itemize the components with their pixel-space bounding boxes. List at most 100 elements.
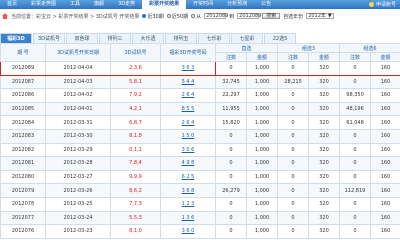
nav-item[interactable]: 开奖时间	[186, 0, 220, 9]
cell-direct-amount: 1,000	[245, 115, 279, 130]
nav-item[interactable]: 旗舰	[87, 0, 111, 9]
cell-draw[interactable]: 6 2 5	[160, 169, 216, 185]
group-direct: 直选	[214, 43, 279, 53]
cell-direct-amount: 1,000	[245, 210, 279, 226]
cell-trial: 0,1,1	[110, 142, 161, 158]
cell-draw[interactable]: 3 6 0	[160, 224, 216, 239]
tab-lottery[interactable]: 3D试机号	[33, 33, 65, 43]
cell-trial: 7,9,2	[110, 88, 161, 103]
cell-draw[interactable]: 5 4 4	[160, 74, 216, 90]
radio-recent30[interactable]: 近30期	[142, 13, 164, 20]
tab-lottery[interactable]: 22选5	[264, 33, 296, 43]
table-row: 2012078 2012-03-25 7,7,3 1 2 3 0 1,000 0 320 0 16…	[0, 196, 400, 212]
cell-group6-count: 0	[339, 61, 372, 76]
from-issue-input[interactable]: 2012089	[204, 13, 228, 19]
cell-issue: 2012076	[0, 224, 46, 239]
cell-group3-count: 0	[277, 88, 310, 103]
cell-draw[interactable]: 3 0 6	[160, 142, 216, 158]
cell-group3-count: 0	[277, 142, 310, 158]
to-label: 到	[229, 13, 235, 20]
cell-draw[interactable]: 2 6 4	[160, 115, 216, 130]
cell-group3-count: 0	[277, 115, 310, 130]
year-select[interactable]: 2012年 ▼	[306, 13, 334, 19]
cell-group6-amount: 160	[370, 101, 400, 117]
cell-draw[interactable]: 2 6 4	[160, 88, 216, 103]
cell-date: 2012-03-27	[45, 169, 111, 185]
radio-recent50[interactable]: 近50期	[166, 13, 189, 20]
register-label: 申请帐号	[375, 2, 396, 8]
cell-direct-count: 26,279	[215, 183, 247, 198]
cell-issue: 2012081	[0, 156, 46, 171]
tab-lottery[interactable]: 双色球	[66, 33, 98, 43]
radio-range[interactable]: 从	[191, 13, 201, 20]
radio-range-label: 从	[196, 13, 202, 20]
tab-lottery[interactable]: 大乐透	[132, 33, 164, 43]
cell-draw[interactable]: 4 9 8	[160, 156, 216, 171]
nav-item[interactable]: 工具	[63, 0, 87, 9]
cell-group3-amount: 320	[308, 61, 341, 76]
cell-group6-amount: 160	[370, 115, 400, 130]
cell-draw[interactable]: 1 2 3	[160, 196, 216, 212]
tab-lottery[interactable]: 排列五	[165, 33, 197, 43]
cell-issue: 2012084	[0, 115, 46, 130]
col-group6-amount: 金额	[370, 52, 400, 62]
tab-lottery[interactable]: 福彩3D	[0, 33, 32, 43]
nav-item[interactable]: 3D走势	[111, 0, 142, 9]
cell-draw[interactable]: 1 3 6	[160, 210, 216, 226]
cell-group3-amount: 320	[308, 156, 341, 171]
nav-item[interactable]: 分析预测	[220, 0, 254, 9]
cell-direct-amount: 1,000	[245, 142, 279, 158]
cell-group3-amount: 320	[308, 128, 341, 144]
cell-draw[interactable]: 8 5 5	[160, 101, 216, 117]
table-row: 2012084 2012-03-31 6,8,7 2 6 4 15,820 1,000 0 3…	[0, 115, 400, 130]
cell-group6-amount: 160	[370, 61, 400, 76]
cell-group3-amount: 320	[308, 142, 341, 158]
cell-group6-count: 0	[339, 210, 372, 226]
to-issue-input[interactable]: 2012089	[237, 13, 261, 19]
cell-group6-count: 61,048	[339, 115, 372, 130]
cell-draw[interactable]: 3 6 8	[160, 183, 216, 198]
filter-bar: 当前位置：彩宝云 > 彩票开奖结果 > 3D试机号 开奖结果 近30期 近50期…	[0, 10, 400, 22]
cell-group6-amount: 160	[370, 224, 400, 239]
home-icon	[2, 13, 8, 19]
cell-date: 2012-04-02	[45, 88, 111, 103]
nav-item[interactable]: 彩票开奖结果	[142, 0, 187, 9]
table-row: 2012077 2012-03-24 5,5,3 1 3 6 0 1,000 0 320 0 16…	[0, 210, 400, 226]
cell-date: 2012-03-31	[45, 115, 111, 130]
tab-lottery[interactable]: 七乐彩	[198, 33, 230, 43]
cell-date: 2012-04-01	[45, 101, 111, 117]
radio-dot-icon	[166, 14, 171, 18]
cell-date: 2012-03-24	[45, 210, 111, 226]
table-row: 2012079 2012-03-26 8,6,2 3 6 8 26,279 1,000 0 3…	[0, 183, 400, 198]
search-button[interactable]: 搜索	[262, 13, 281, 19]
col-group6-count: 注数	[339, 52, 372, 62]
cell-draw[interactable]: 3 6 3	[160, 61, 216, 76]
cell-group3-count: 0	[277, 210, 310, 226]
table-row: 2012086 2012-04-02 7,9,2 2 6 4 22,297 1,000 0 3…	[0, 88, 400, 103]
cell-trial: 4,2,1	[110, 101, 161, 117]
nav-item[interactable]: 公告	[254, 0, 278, 9]
cell-trial: 7,7,3	[110, 196, 161, 212]
cell-trial: 6,8,7	[110, 115, 161, 130]
register-link[interactable]: 申请帐号	[368, 1, 400, 8]
cell-group3-amount: 320	[308, 196, 341, 212]
cell-date: 2012-03-30	[45, 128, 111, 144]
cell-direct-count: 0	[215, 210, 247, 226]
cell-date: 2012-04-04	[45, 61, 111, 76]
cell-date: 2012-03-28	[45, 156, 111, 171]
cell-direct-count: 0	[215, 224, 247, 239]
chevron-down-icon: ▼	[327, 13, 332, 19]
cell-trial: 5,5,3	[110, 210, 161, 226]
cell-trial: 5,8,1	[110, 74, 161, 90]
tab-lottery[interactable]: 七星彩	[231, 33, 263, 43]
cell-issue: 2012082	[0, 142, 46, 158]
cell-trial: 8,1,0	[110, 224, 161, 239]
cell-draw[interactable]: 1 5 0	[160, 128, 216, 144]
tab-lottery[interactable]: 排列三	[99, 33, 131, 43]
nav-item[interactable]: 彩票走势图	[24, 0, 63, 9]
cell-direct-amount: 1,000	[245, 169, 279, 185]
cell-issue: 2012089	[0, 61, 46, 76]
radio-recent50-label: 近50期	[171, 13, 189, 20]
breadcrumb: 当前位置：彩宝云 > 彩票开奖结果 > 3D试机号 开奖结果	[11, 13, 140, 20]
nav-item[interactable]: 首页	[0, 0, 24, 9]
